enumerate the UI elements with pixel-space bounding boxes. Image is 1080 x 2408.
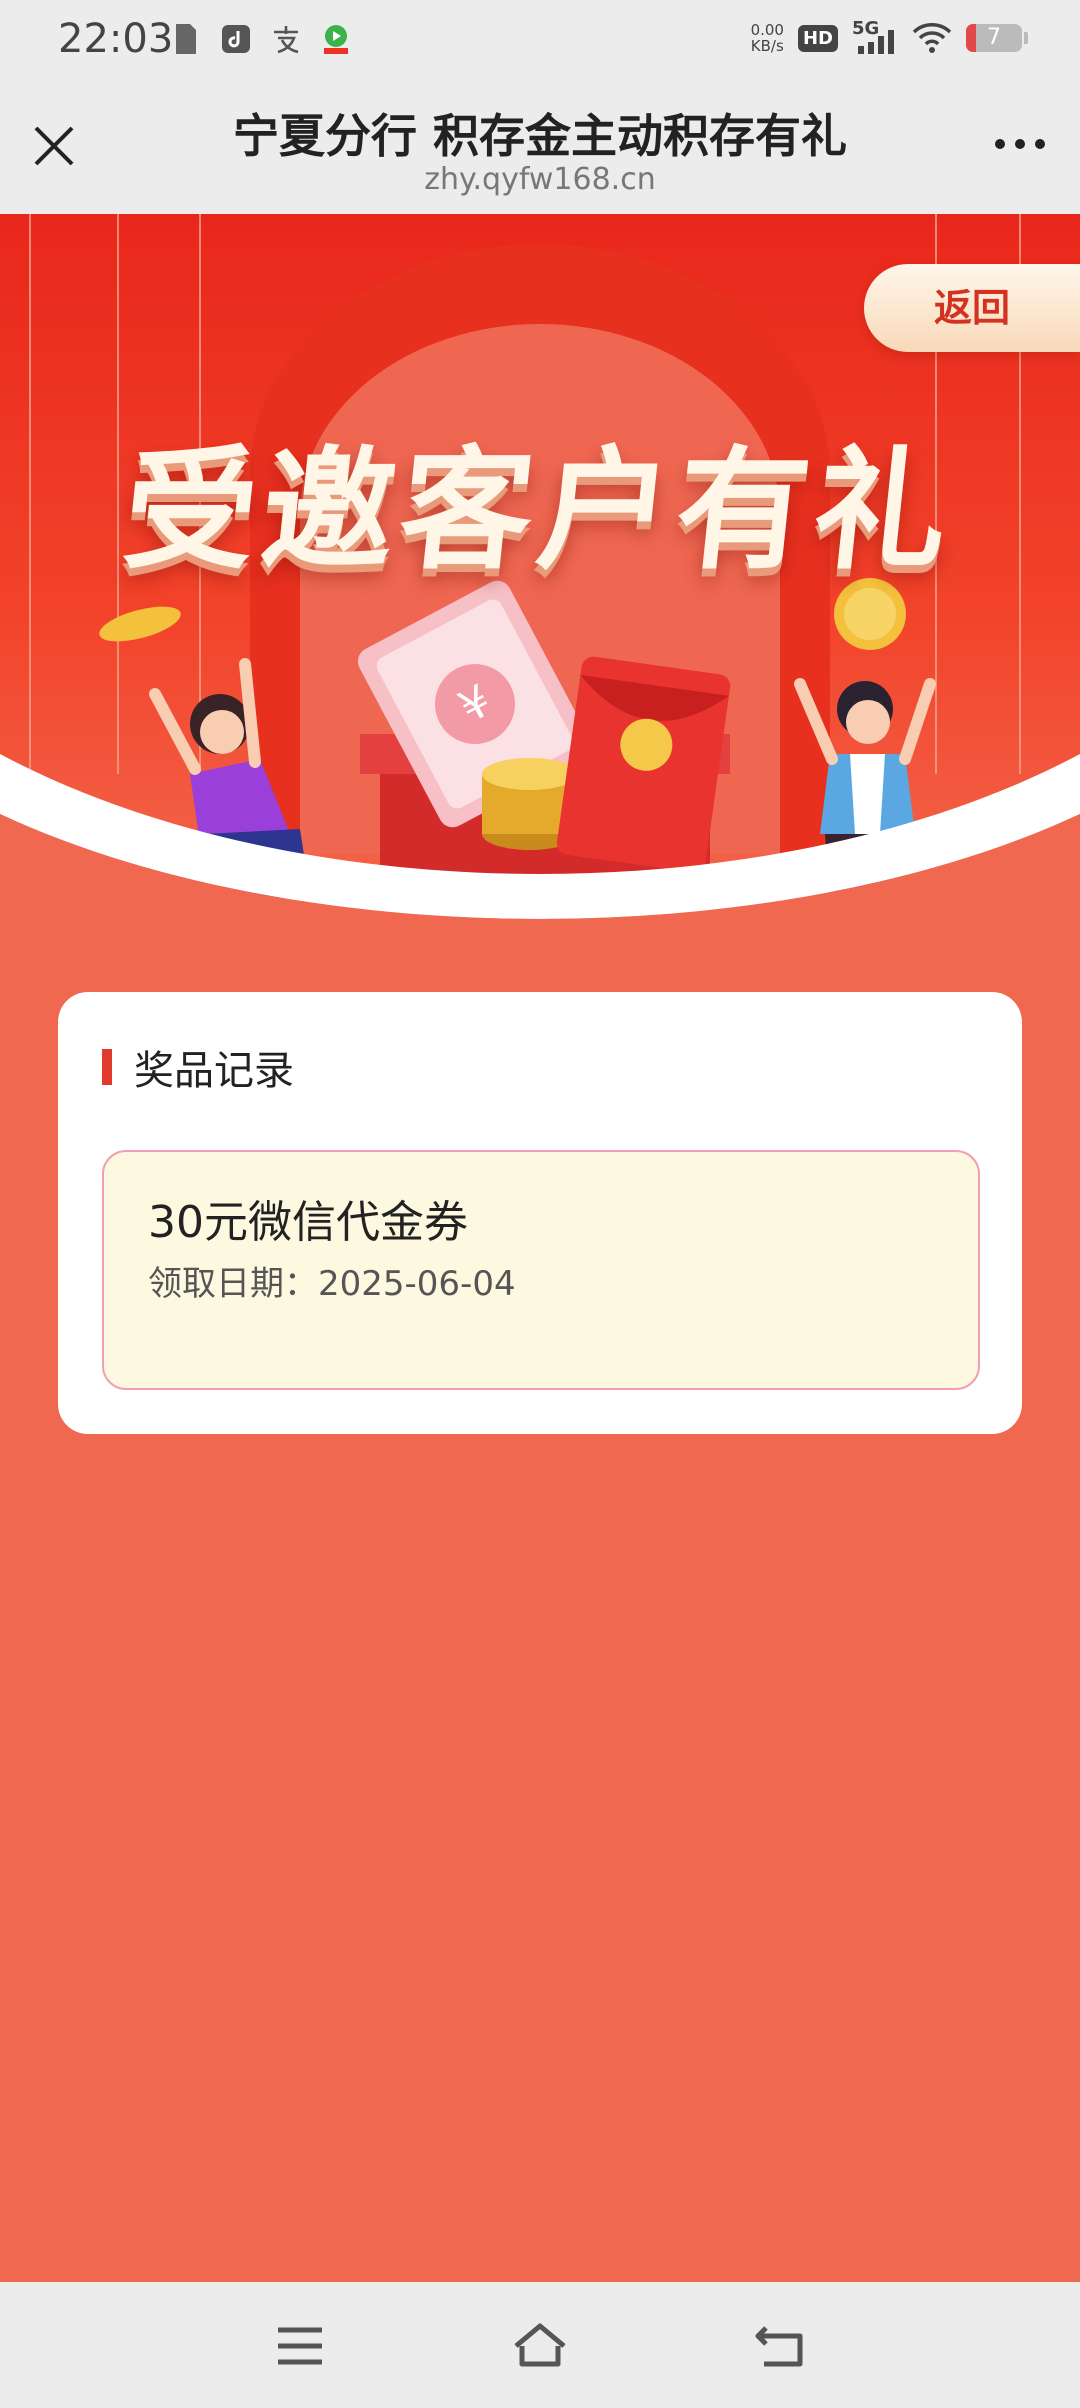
accent-bar — [102, 1049, 112, 1085]
home-icon[interactable] — [512, 2318, 568, 2374]
tiktok-icon — [222, 25, 250, 53]
page-url: zhy.qyfw168.cn — [424, 162, 656, 197]
record-item[interactable]: 30元微信代金券 领取日期：2025-06-04 — [102, 1150, 980, 1390]
more-menu-icon[interactable] — [990, 132, 1050, 156]
signal-5g-icon: 5G — [852, 18, 898, 56]
gold-coin-left — [99, 606, 181, 642]
prize-records-card: 奖品记录 30元微信代金券 领取日期：2025-06-04 — [58, 992, 1022, 1434]
back-icon[interactable] — [752, 2318, 808, 2374]
banner-title: 受邀客户有礼 — [116, 434, 961, 588]
notification-icons — [170, 22, 352, 56]
sim-card-icon — [176, 24, 196, 54]
status-right: 0.00 KB/s HD 5G 7 — [751, 18, 1028, 56]
battery-icon: 7 — [966, 24, 1028, 52]
net-speed: 0.00 KB/s — [751, 22, 784, 54]
red-envelope — [556, 656, 731, 873]
status-time: 22:03 — [58, 16, 174, 62]
card-header: 奖品记录 — [102, 1044, 294, 1094]
back-button[interactable]: 返回 — [864, 264, 1080, 352]
wifi-icon — [912, 23, 952, 53]
status-bar: 22:03 0.00 KB/s HD 5G 7 — [0, 0, 1080, 84]
net-speed-value: 0.00 — [750, 21, 784, 39]
hd-badge: HD — [797, 24, 838, 52]
card-title: 奖品记录 — [134, 1048, 294, 1094]
video-app-icon — [324, 25, 348, 54]
record-name: 30元微信代金券 — [148, 1197, 468, 1248]
browser-nav-bar: 宁夏分行 积存金主动积存有礼 zhy.qyfw168.cn — [0, 84, 1080, 214]
promo-banner: ¥ 受邀客户有礼 返回 — [0, 214, 1080, 934]
record-date: 领取日期：2025-06-04 — [148, 1264, 516, 1304]
net-speed-unit: KB/s — [750, 37, 784, 55]
alipay-icon — [274, 26, 299, 54]
menu-icon[interactable] — [272, 2318, 328, 2374]
battery-level: 7 — [987, 25, 1001, 50]
page-title: 宁夏分行 积存金主动积存有礼 — [232, 109, 847, 163]
system-nav-bar — [0, 2282, 1080, 2408]
